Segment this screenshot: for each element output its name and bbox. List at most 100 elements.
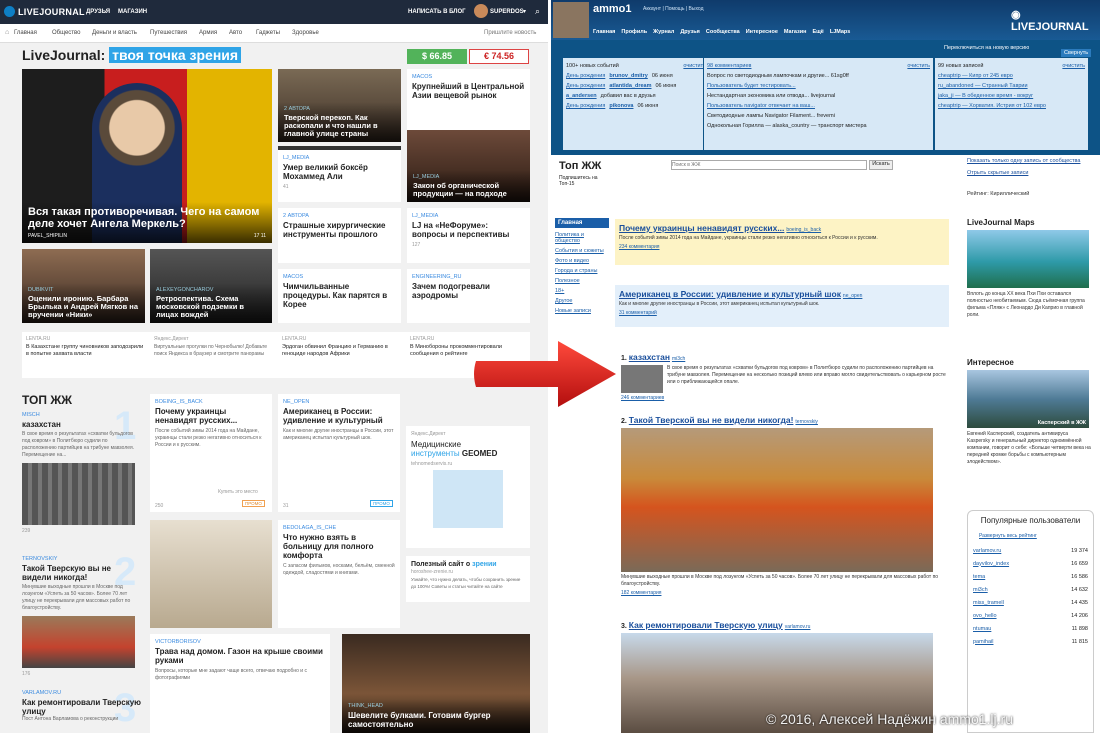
account-links[interactable]: Аккаунт | Помощь | Выход [643,6,704,12]
top-item[interactable]: VARLAMOV.RU Как ремонтировали Тверскую у… [22,690,142,723]
story-tile[interactable]: 2 АВТОРА Тверской перекоп. Как раскопали … [278,69,401,142]
story-tile[interactable]: 2 АВТОРА Страшные хирургические инструмен… [278,208,401,263]
lj-logo-icon[interactable] [4,6,15,17]
nav-journal[interactable]: Журнал [653,29,674,35]
copyright-watermark: © 2016, Алексей Надёжин ammo1.lj.ru [766,711,1013,727]
ad-block[interactable]: Полезный сайт о зрении horoshee-zrenie.r… [406,556,530,602]
username[interactable]: ammo1 [593,3,632,15]
cat-gadgets[interactable]: Гаджеты [256,30,280,36]
sidebar-item[interactable]: Полезное [555,278,609,284]
search-icon[interactable]: ⌕ [535,6,540,17]
search-button[interactable]: Искать [869,160,893,170]
arrow-right-icon [474,341,616,407]
user-row[interactable]: miss_tramell 14 435 [973,596,1088,609]
nav-interesting[interactable]: Интересное [746,29,778,35]
interesting-image[interactable]: Касперский в ЖЖ [967,370,1089,428]
story-tile[interactable]: ALEXEYGONCHAROV Ретроспектива. Схема моск… [150,249,272,323]
sidebar-item-main[interactable]: Главная [555,218,609,228]
search-input[interactable] [671,160,867,170]
top-post[interactable]: 2. Такой Тверской вы не видели никогда! … [621,415,951,596]
clear-link[interactable]: очистить [1062,63,1085,69]
story-card[interactable]: BEDOLAGA_IS_CHE Что нужно взять в больни… [278,520,400,628]
story-tile[interactable]: ENGINEERING_RU Зачем подогревали аэродром… [407,269,530,323]
nav-shop[interactable]: МАГАЗИН [118,9,147,15]
user-row[interactable]: mi3ch 14 632 [973,583,1088,596]
clear-link[interactable]: очистить [907,63,930,69]
user-menu[interactable]: SUPERDOS [490,9,524,15]
sidebar-item[interactable]: Города и страны [555,268,609,274]
promo-card[interactable]: NE_OPEN Американец в России: удивление и… [278,394,400,512]
ad-block[interactable]: Яндекс.Директ Медицинские инструменты GE… [406,426,530,548]
promo-post[interactable]: Почему украинцы ненавидят русских... boe… [615,219,949,265]
maps-image[interactable] [967,230,1089,288]
top-item[interactable]: MISCH казахстан В свое время о результат… [22,412,142,534]
user-row[interactable]: dayvilov_index 16 659 [973,557,1088,570]
user-row[interactable]: ovo_hello 14 206 [973,609,1088,622]
user-row[interactable]: varlamov.ru 19 374 [973,544,1088,557]
story-tile[interactable]: MACOS Чимчильванные процедуры. Как парятс… [278,269,401,323]
nav-more[interactable]: Ещё [812,29,823,35]
suggest-news-link[interactable]: Пришлите новость [484,30,536,36]
lj-logo[interactable]: LIVEJOURNAL [18,7,85,17]
side-link[interactable]: Отрыть скрытые записи [967,170,1028,176]
top-lj-title: ТОП ЖЖ [22,393,73,407]
cat-money[interactable]: Деньги и власть [92,30,137,36]
cat-auto[interactable]: Авто [229,30,242,36]
sidebar-item[interactable]: Политика и общество [555,232,609,244]
sidebar-item[interactable]: Другое [555,298,609,304]
old-header: ammo1 Аккаунт | Помощь | Выход ◉ LIVEJOU… [551,0,1100,40]
chevron-down-icon[interactable]: ▾ [523,8,526,15]
top-bar: LIVEJOURNAL ДРУЗЬЯ МАГАЗИН НАПИСАТЬ В БЛ… [0,0,548,24]
side-link[interactable]: Рейтинг: Кириллический [967,191,1029,197]
cat-army[interactable]: Армия [199,30,217,36]
ad-item[interactable]: Яндекс.Директ Виртуальные прогулки по Чер… [154,336,272,358]
sidebar-item[interactable]: Новые записи [555,308,609,314]
cat-health[interactable]: Здоровье [292,30,319,36]
hero-author[interactable]: PAVEL_SHIPILIN [28,233,67,239]
story-card[interactable]: THINK_HEAD Шевелите булками. Готовим бург… [342,634,530,733]
top-item[interactable]: TERNOVSKIY Такой Тверскую вы не видели н… [22,556,142,677]
hero-title[interactable]: Вся такая противоречивая. Чего на самом … [28,206,266,230]
avatar[interactable] [553,2,589,38]
story-tile[interactable]: LJ_MEDIA Закон об органической продукции … [407,130,530,202]
promo-card[interactable]: BOEING_IS_BACK Почему украинцы ненавидят… [150,394,272,512]
hero-story[interactable]: Вся такая противоречивая. Чего на самом … [22,69,272,243]
nav-communities[interactable]: Сообщества [706,29,740,35]
nav-friends[interactable]: Друзья [680,29,700,35]
story-tile[interactable]: LJ_MEDIA Умер великий боксёр Мохаммед Али… [278,146,401,202]
nav-shop[interactable]: Магазин [784,29,807,35]
collapse-button[interactable]: Свернуть [1061,49,1092,57]
news-item[interactable]: LENTA.RU В Казахстане группу чиновников з… [26,336,144,358]
nav-profile[interactable]: Профиль [621,29,647,35]
side-link[interactable]: Показать только одну запись от сообществ… [967,158,1080,164]
promo-post[interactable]: Американец в России: удивление и культур… [615,285,949,327]
user-row[interactable]: tema 16 586 [973,570,1088,583]
write-post-button[interactable]: НАПИСАТЬ В БЛОГ [408,9,466,15]
sidebar-item[interactable]: События и сюжеты [555,248,609,254]
news-item[interactable]: LENTA.RU Эрдоган обвинил Францию и Герман… [282,336,400,358]
lj-logo[interactable]: ◉ LIVEJOURNAL [1011,8,1100,33]
notifications-panel: Переключиться на новую версию Свернуть 1… [551,40,1100,155]
story-card[interactable]: VICTORBORISOV Трава над домом. Газон на … [150,634,330,733]
avatar[interactable] [474,4,488,18]
story-tile[interactable]: DUBIKVIT Оценили иронию. Барбара Брылька … [22,249,145,323]
subscribe-link[interactable]: Подпишитесь на Топ-15 [559,175,614,187]
cat-society[interactable]: Общество [52,30,81,36]
nav-friends[interactable]: ДРУЗЬЯ [86,9,110,15]
switch-version-link[interactable]: Переключиться на новую версию [944,45,1029,51]
sidebar-item[interactable]: 18+ [555,288,609,294]
buy-slot-link[interactable]: Купить это место [218,489,258,495]
sidebar-item[interactable]: Фото и видео [555,258,609,264]
nav-ljmaps[interactable]: LJMaps [830,29,850,35]
user-row[interactable]: ntumau 11 898 [973,622,1088,635]
promo-card[interactable] [150,520,272,628]
cat-travel[interactable]: Путешествия [150,30,187,36]
top-post[interactable]: 1. казахстан mi3ch В свое время о резуль… [621,352,951,401]
usd-rate: $ 66.85 [407,49,467,64]
home-icon[interactable]: ⌂ [5,29,9,36]
cat-main[interactable]: Главная [14,30,37,36]
old-nav: Главная Профиль Журнал Друзья Сообщества… [593,29,850,35]
nav-home[interactable]: Главная [593,29,615,35]
story-tile[interactable]: LJ_MEDIA LJ на «НеФоруме»: вопросы и перс… [407,208,530,263]
user-row[interactable]: pamihail 11 815 [973,635,1088,648]
